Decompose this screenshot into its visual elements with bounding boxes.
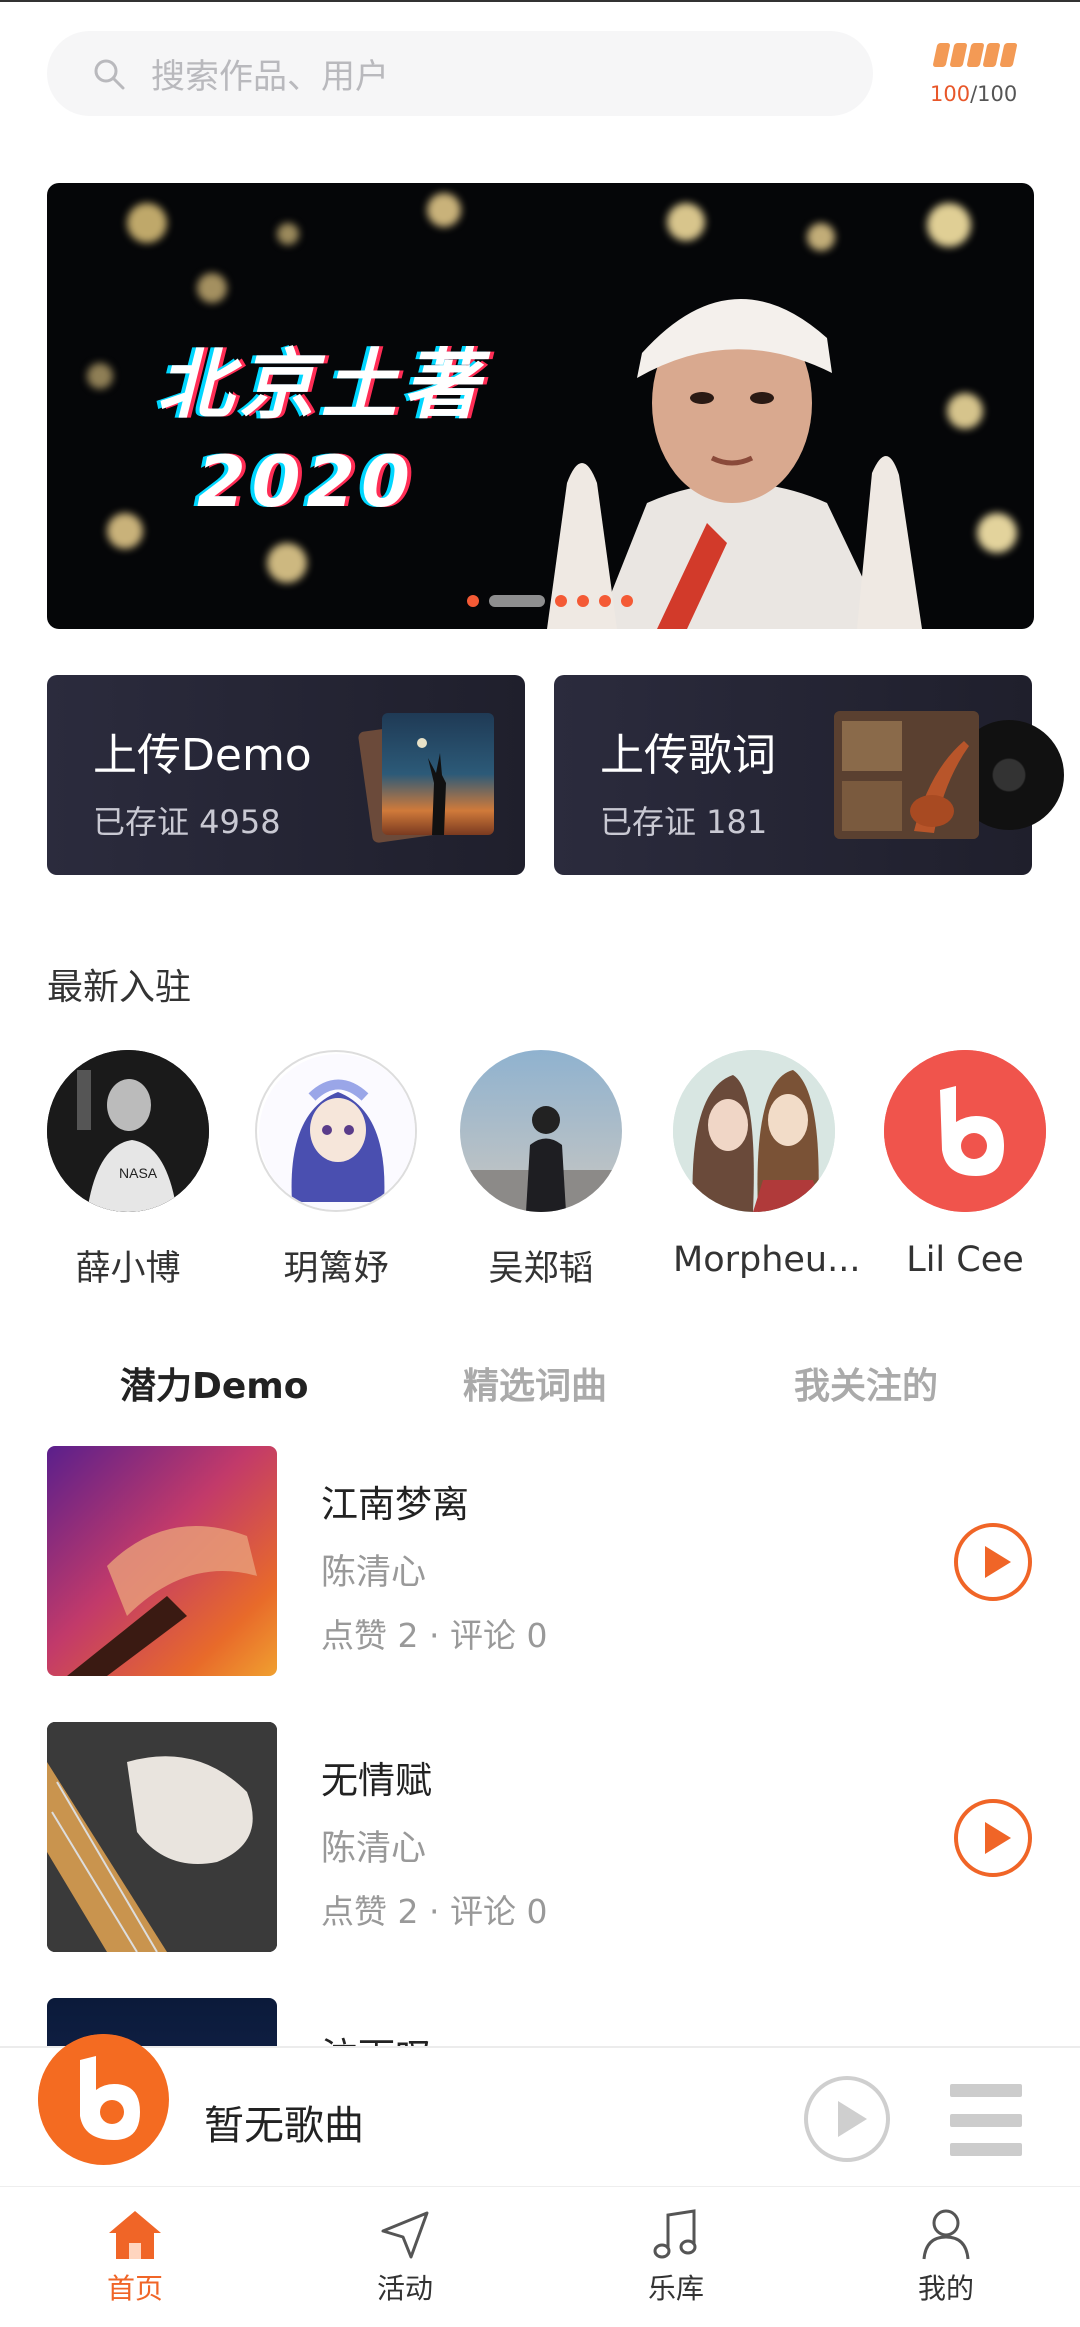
tab-featured-songs[interactable]: 精选词曲 <box>463 1357 607 1409</box>
pagination-dot <box>621 595 633 607</box>
tab-potential-demo[interactable]: 潜力Demo <box>120 1357 309 1409</box>
pagination-dot <box>599 595 611 607</box>
song-title: 无情赋 <box>321 1759 432 1802</box>
artist-item[interactable]: 吴郑韬 <box>460 1050 622 1291</box>
banner-title: 北京土著 <box>157 340 485 429</box>
artist-name: 吴郑韬 <box>488 1249 594 1289</box>
upload-lyrics-card[interactable]: 上传歌词 已存证 181 <box>554 675 1064 875</box>
pagination-dot-active <box>489 595 545 607</box>
quota-counter: 100/100 <box>930 82 1018 106</box>
play-button[interactable] <box>953 1522 1033 1602</box>
banner-artist-image <box>547 298 922 629</box>
play-button[interactable] <box>953 1798 1033 1878</box>
song-title: 江南梦离 <box>321 1483 469 1526</box>
tab-following[interactable]: 我关注的 <box>794 1357 938 1409</box>
song-row[interactable]: 江南梦离 陈清心 点赞 2 · 评论 0 <box>47 1446 1033 1676</box>
avatar <box>255 1050 417 1212</box>
nav-profile-label: 我的 <box>917 2272 974 2305</box>
pagination-dot <box>577 595 589 607</box>
banner-year: 2020 <box>197 441 416 523</box>
pagination-dot <box>467 595 479 607</box>
song-artist: 陈清心 <box>321 1553 427 1593</box>
nav-library[interactable]: 乐库 <box>616 2207 736 2307</box>
nav-activity[interactable]: 活动 <box>345 2207 465 2307</box>
send-icon <box>381 2211 429 2259</box>
person-icon <box>922 2209 970 2260</box>
mini-player[interactable]: 暂无歌曲 <box>0 2034 1080 2186</box>
playlist-menu-icon[interactable] <box>950 2084 1022 2156</box>
song-cover <box>47 1722 277 1952</box>
app-logo-icon <box>38 2034 169 2165</box>
svg-text:NASA: NASA <box>119 1165 158 1181</box>
song-row[interactable]: 无情赋 陈清心 点赞 2 · 评论 0 <box>47 1722 1033 1952</box>
artist-item[interactable]: NASA 薛小博 <box>47 1050 209 1291</box>
nav-home-label: 首页 <box>106 2272 163 2305</box>
artist-name: Morpheu... <box>673 1240 861 1280</box>
banner-pagination <box>467 595 633 607</box>
artist-item[interactable]: Lil Cee <box>884 1050 1046 1280</box>
song-stats: 点赞 2 · 评论 0 <box>321 1892 548 1931</box>
artist-item[interactable]: Morpheu... <box>673 1050 861 1280</box>
pagination-dot <box>555 595 567 607</box>
now-playing-title: 暂无歌曲 <box>204 2103 364 2149</box>
bottom-navigation: 首页 活动 乐库 我的 <box>0 2186 1080 2327</box>
promo-banner[interactable]: 北京土著 2020 <box>47 183 1034 629</box>
avatar <box>884 1050 1046 1212</box>
song-artist: 陈清心 <box>321 1829 427 1869</box>
artist-name: Lil Cee <box>906 1240 1024 1280</box>
song-cover <box>47 1446 277 1676</box>
new-artists-heading: 最新入驻 <box>47 967 192 1008</box>
artist-name: 玥篱妤 <box>283 1249 389 1289</box>
nav-profile[interactable]: 我的 <box>886 2207 1006 2307</box>
avatar: NASA <box>47 1050 209 1212</box>
music-note-icon <box>653 2209 697 2259</box>
lyrics-card-image <box>834 711 979 839</box>
upload-demo-card[interactable]: 上传Demo 已存证 4958 <box>47 675 525 875</box>
demo-card-image <box>382 713 494 835</box>
artist-name: 薛小博 <box>75 1249 181 1289</box>
song-stats: 点赞 2 · 评论 0 <box>321 1616 548 1655</box>
avatar <box>460 1050 622 1212</box>
nav-home[interactable]: 首页 <box>75 2207 195 2307</box>
nav-library-label: 乐库 <box>647 2272 704 2305</box>
avatar <box>673 1050 835 1212</box>
player-play-button[interactable] <box>803 2075 891 2163</box>
nav-activity-label: 活动 <box>376 2272 433 2305</box>
search-input[interactable]: 搜索作品、用户 <box>47 31 873 116</box>
search-placeholder: 搜索作品、用户 <box>151 57 389 97</box>
search-icon <box>93 58 125 90</box>
artist-item[interactable]: 玥篱妤 <box>255 1050 417 1291</box>
quota-meter-icon[interactable] <box>932 43 1018 67</box>
home-icon <box>109 2211 161 2259</box>
status-bar-divider <box>0 0 1080 2</box>
